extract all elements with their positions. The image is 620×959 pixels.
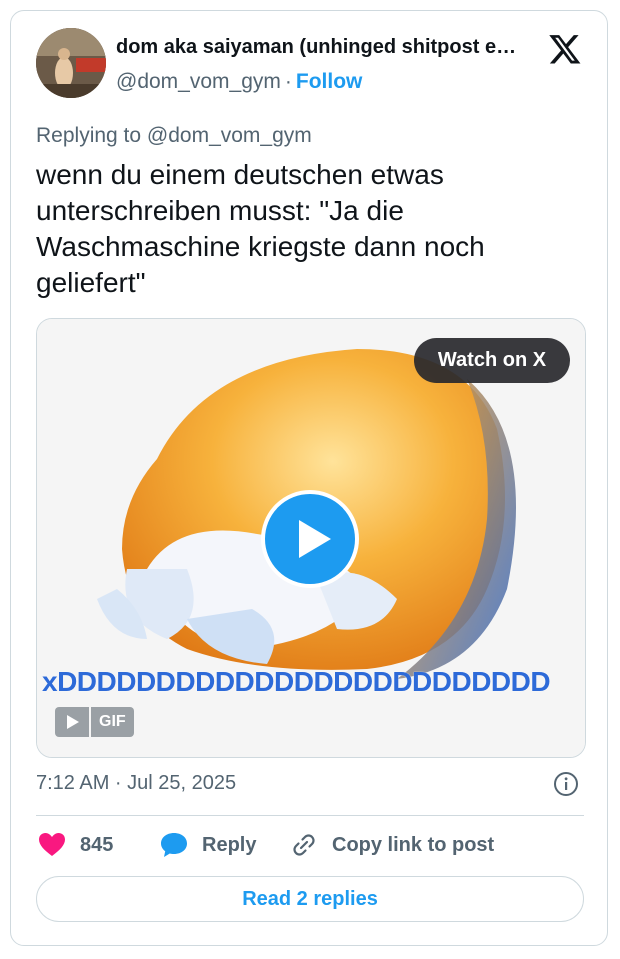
info-icon[interactable] <box>553 771 579 797</box>
tweet-text: wenn du einem deutschen etwas unterschre… <box>36 159 485 298</box>
timestamp[interactable]: 7:12 AM · Jul 25, 2025 <box>36 772 236 795</box>
gif-caption-text: xDDDDDDDDDDDDDDDDDDDDDDDDD <box>42 666 551 697</box>
reply-label: Reply <box>202 833 257 856</box>
copy-link-label: Copy link to post <box>332 833 495 856</box>
heart-icon <box>39 833 65 856</box>
reply-action[interactable]: Reply <box>160 832 256 858</box>
reply-bubble-icon <box>161 833 187 857</box>
gif-label: GIF <box>91 707 134 737</box>
gif-play-icon <box>55 707 89 737</box>
read-replies-button[interactable]: Read 2 replies <box>36 876 584 922</box>
author-name[interactable]: dom aka saiyaman (unhinged shitpost e… <box>116 36 536 59</box>
author-handle[interactable]: @dom_vom_gym <box>116 70 281 93</box>
x-logo-icon[interactable] <box>548 32 582 66</box>
handle-separator: · <box>284 70 292 93</box>
watch-on-x-button[interactable]: Watch on X <box>414 338 570 383</box>
gif-badge: GIF <box>55 707 134 737</box>
divider <box>36 815 584 816</box>
author-handle-row: @dom_vom_gym · Follow <box>116 70 362 94</box>
copy-link-action[interactable]: Copy link to post <box>290 832 494 858</box>
play-button[interactable] <box>261 490 359 588</box>
avatar[interactable] <box>36 28 106 98</box>
follow-button[interactable]: Follow <box>296 70 363 93</box>
like-action[interactable]: 845 <box>38 832 113 858</box>
like-count: 845 <box>80 833 114 856</box>
link-icon <box>293 834 315 856</box>
replying-to[interactable]: Replying to @dom_vom_gym <box>36 124 312 148</box>
